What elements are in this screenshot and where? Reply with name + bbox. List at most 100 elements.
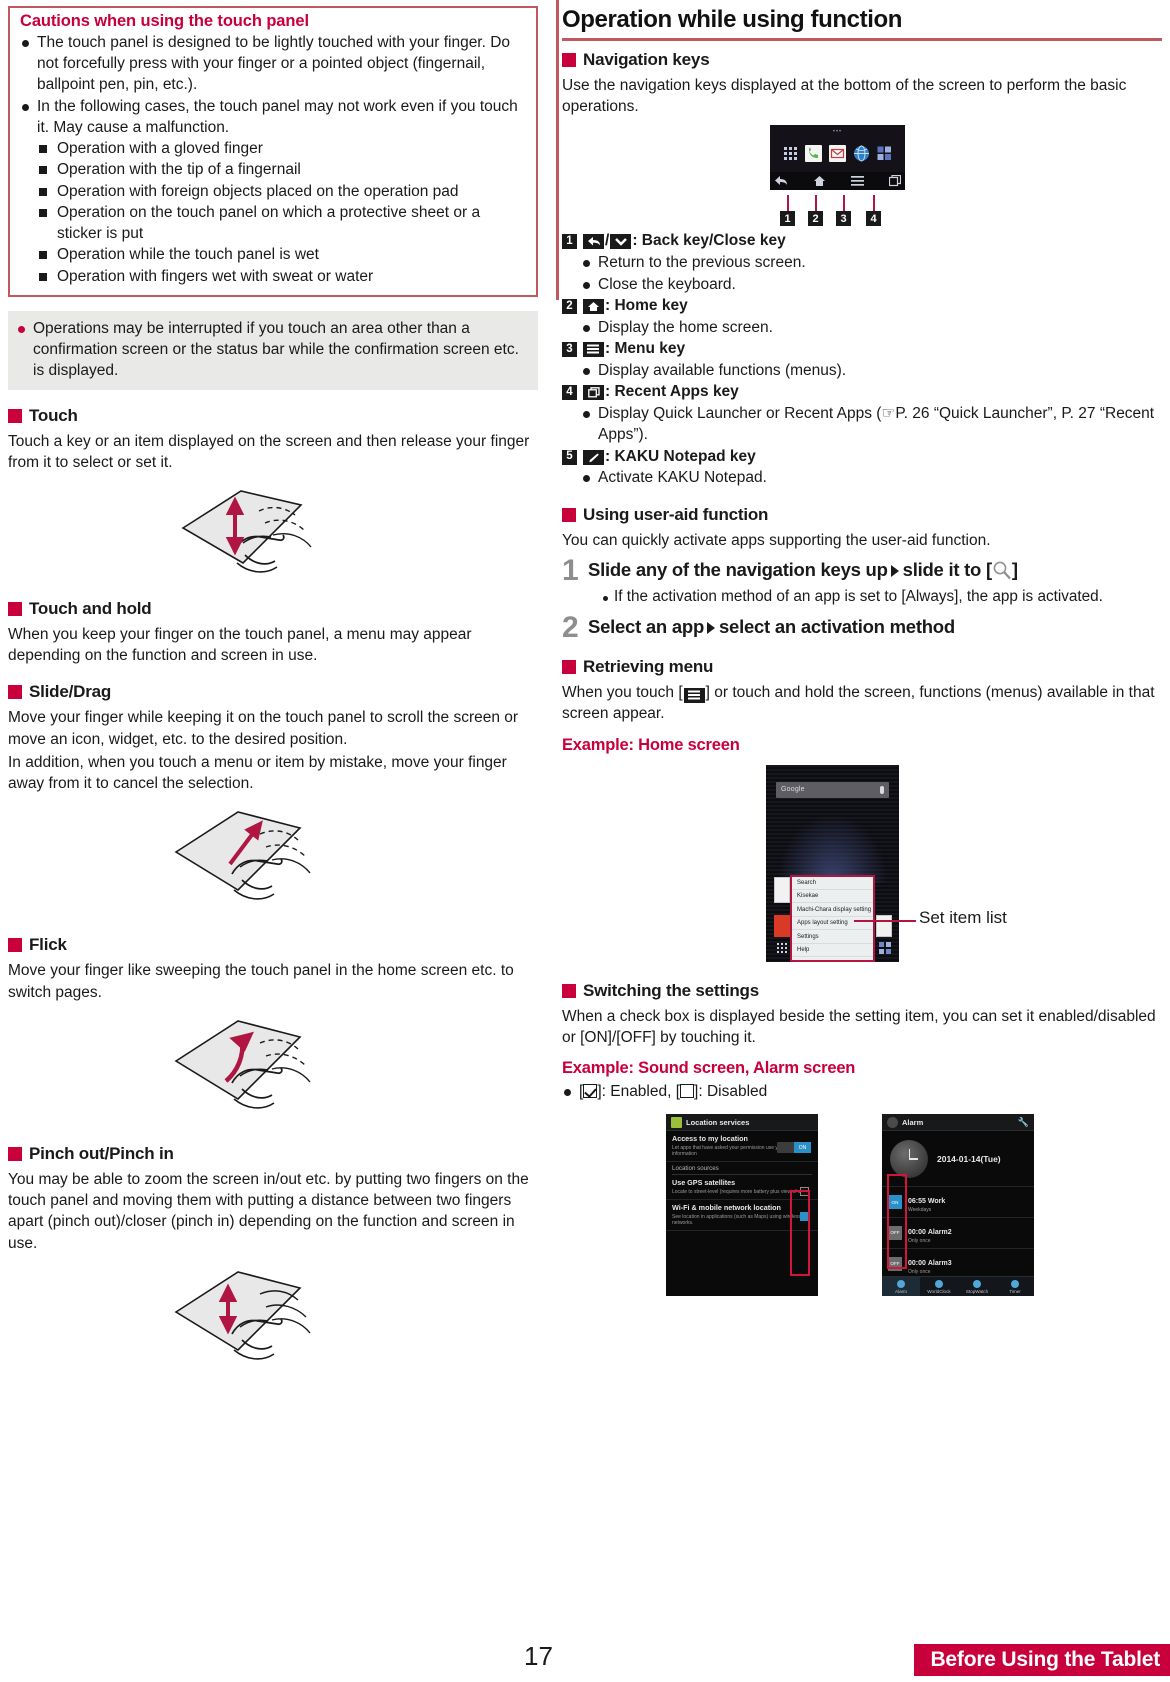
callout-number: 2 bbox=[808, 211, 823, 227]
alarm-time-name: 00:00 Alarm2 bbox=[908, 1229, 952, 1236]
app-icon[interactable] bbox=[876, 914, 892, 937]
app-icon[interactable] bbox=[774, 914, 790, 937]
magnifier-icon bbox=[993, 561, 1011, 580]
tab-label: StopWatch bbox=[965, 1288, 989, 1294]
caution-subitem: Operation with foreign objects placed on… bbox=[37, 181, 526, 202]
menu-lines-icon bbox=[583, 341, 604, 357]
menu-lines-icon bbox=[683, 687, 705, 703]
screen-title: Location services bbox=[686, 1117, 750, 1127]
footer-chapter-band: Before Using the Tablet bbox=[914, 1644, 1170, 1676]
menu-item[interactable]: Kisekae bbox=[792, 890, 873, 904]
heading-label: Flick bbox=[29, 935, 67, 955]
section-marker-icon bbox=[562, 983, 576, 998]
key-label: : KAKU Notepad key bbox=[605, 447, 756, 465]
menu-item[interactable]: Help bbox=[792, 944, 873, 957]
checkbox-legend: []: Enabled, []: Disabled bbox=[562, 1081, 1162, 1102]
alarm-icon bbox=[897, 1279, 905, 1288]
highlight-box bbox=[887, 1174, 907, 1270]
app-drawer-icon[interactable] bbox=[776, 941, 788, 954]
tab-timer[interactable]: Timer bbox=[996, 1277, 1034, 1296]
caution-subitem: Operation on the touch panel on which a … bbox=[37, 202, 526, 244]
pencil-notepad-icon bbox=[583, 449, 604, 465]
key-bullet: Return to the previous screen. bbox=[581, 252, 1162, 273]
key-bullet: Activate KAKU Notepad. bbox=[581, 467, 1162, 488]
retrieving-menu-body: When you touch [] or touch and hold the … bbox=[562, 682, 1162, 724]
tab-worldclock[interactable]: WorldClock bbox=[920, 1277, 958, 1296]
key-label: : Back key/Close key bbox=[632, 232, 786, 250]
alarm-bottom-tabs[interactable]: Alarm WorldClock StopWatch Timer bbox=[882, 1276, 1034, 1297]
home-icon[interactable] bbox=[813, 175, 826, 187]
setting-group-header: Location sources bbox=[672, 1165, 719, 1173]
widget-icon[interactable] bbox=[879, 941, 891, 954]
slide-drag-body-1: Move your finger while keeping it on the… bbox=[8, 709, 519, 748]
alarm-name: Alarm3 bbox=[927, 1259, 952, 1267]
set-item-list[interactable]: Search Kisekae Machi-Chara display setti… bbox=[790, 874, 875, 962]
slide-drag-body-2: In addition, when you touch a menu or it… bbox=[8, 753, 507, 793]
alarm-time: 06:55 bbox=[908, 1198, 926, 1206]
step-text-after: slide it to [ bbox=[902, 558, 993, 580]
key-number: 3 bbox=[562, 341, 577, 357]
legend-mid: ]: Enabled, [ bbox=[597, 1083, 681, 1101]
search-widget-label: Google bbox=[781, 786, 805, 794]
note-box: Operations may be interrupted if you tou… bbox=[8, 310, 538, 390]
heading-pinch: Pinch out/Pinch in bbox=[8, 1144, 538, 1164]
caution-subitem: Operation with the tip of a fingernail bbox=[37, 159, 526, 180]
menu-item[interactable]: Search bbox=[792, 877, 873, 890]
tab-label: WorldClock bbox=[927, 1288, 951, 1294]
setting-title: Use GPS satellites bbox=[672, 1178, 736, 1188]
app-drawer-icon bbox=[784, 146, 797, 160]
back-arrow-icon[interactable] bbox=[774, 175, 788, 187]
key-bullet: Display available functions (menus). bbox=[581, 360, 1162, 381]
toggle-switch[interactable]: ON bbox=[777, 1142, 811, 1154]
recent-apps-icon[interactable] bbox=[889, 175, 901, 187]
step-text-end: ] bbox=[1011, 558, 1018, 580]
mail-icon bbox=[829, 144, 846, 162]
heading-label: Touch bbox=[29, 405, 78, 425]
heading-label: Switching the settings bbox=[583, 980, 760, 1000]
illustration-flick bbox=[8, 1013, 538, 1128]
home-icon bbox=[583, 298, 604, 314]
alarm-screen-mock: Alarm 🔧 2014-01-14(Tue) ON 06:55 Work We… bbox=[882, 1114, 1034, 1297]
close-chevron-down-icon bbox=[610, 234, 632, 250]
alarm-clock-icon bbox=[887, 1116, 898, 1128]
heading-switching-settings: Switching the settings bbox=[562, 981, 1162, 1001]
key-label: : Recent Apps key bbox=[605, 383, 739, 401]
note-text: Operations may be interrupted if you tou… bbox=[16, 318, 526, 382]
setting-row[interactable]: Access to my location Let apps that have… bbox=[666, 1131, 818, 1163]
menu-item[interactable]: Settings bbox=[792, 930, 873, 944]
alarm-name: Alarm2 bbox=[927, 1229, 952, 1237]
menu-item[interactable]: About bbox=[792, 957, 873, 960]
app-icon[interactable] bbox=[774, 876, 790, 903]
caution-subitem: Operation with a gloved finger bbox=[37, 138, 526, 159]
navigation-bar[interactable] bbox=[770, 172, 905, 191]
tab-alarm[interactable]: Alarm bbox=[882, 1277, 920, 1297]
heading-label: Touch and hold bbox=[29, 598, 152, 618]
illustration-pinch bbox=[8, 1264, 538, 1369]
key-number: 5 bbox=[562, 449, 577, 465]
caution-subitem: Operation while the touch panel is wet bbox=[37, 244, 526, 265]
section-marker-icon bbox=[562, 507, 576, 522]
alarm-repeat: Weekdays bbox=[908, 1207, 932, 1214]
callout-number: 3 bbox=[836, 211, 851, 227]
example-home-screen-label: Example: Home screen bbox=[562, 735, 740, 754]
key-label: : Home key bbox=[605, 296, 688, 314]
stopwatch-icon bbox=[973, 1279, 981, 1288]
alarm-time-name: 06:55 Work bbox=[908, 1198, 945, 1205]
tab-stopwatch[interactable]: StopWatch bbox=[958, 1277, 996, 1296]
wrench-icon[interactable]: 🔧 bbox=[1018, 1117, 1029, 1128]
caution-box: Cautions when using the touch panel The … bbox=[8, 6, 538, 297]
illustration-slide-drag bbox=[8, 804, 538, 919]
step-1: 1 Slide any of the navigation keys up sli… bbox=[562, 556, 1162, 586]
section-marker-icon bbox=[562, 660, 576, 675]
microphone-icon[interactable] bbox=[880, 785, 884, 794]
section-marker-icon bbox=[8, 938, 22, 953]
alarm-time: 00:00 bbox=[908, 1229, 926, 1237]
callout-number: 4 bbox=[866, 211, 881, 227]
google-search-widget[interactable]: Google bbox=[776, 781, 889, 798]
manual-page: Cautions when using the touch panel The … bbox=[0, 0, 1170, 1682]
key-entry-3: 3 : Menu key bbox=[562, 339, 1162, 360]
key-entry-5: 5 : KAKU Notepad key bbox=[562, 447, 1162, 468]
menu-lines-icon[interactable] bbox=[851, 176, 864, 187]
caution-bullet: In the following cases, the touch panel … bbox=[20, 96, 526, 138]
menu-item[interactable]: Machi-Chara display setting bbox=[792, 903, 873, 917]
